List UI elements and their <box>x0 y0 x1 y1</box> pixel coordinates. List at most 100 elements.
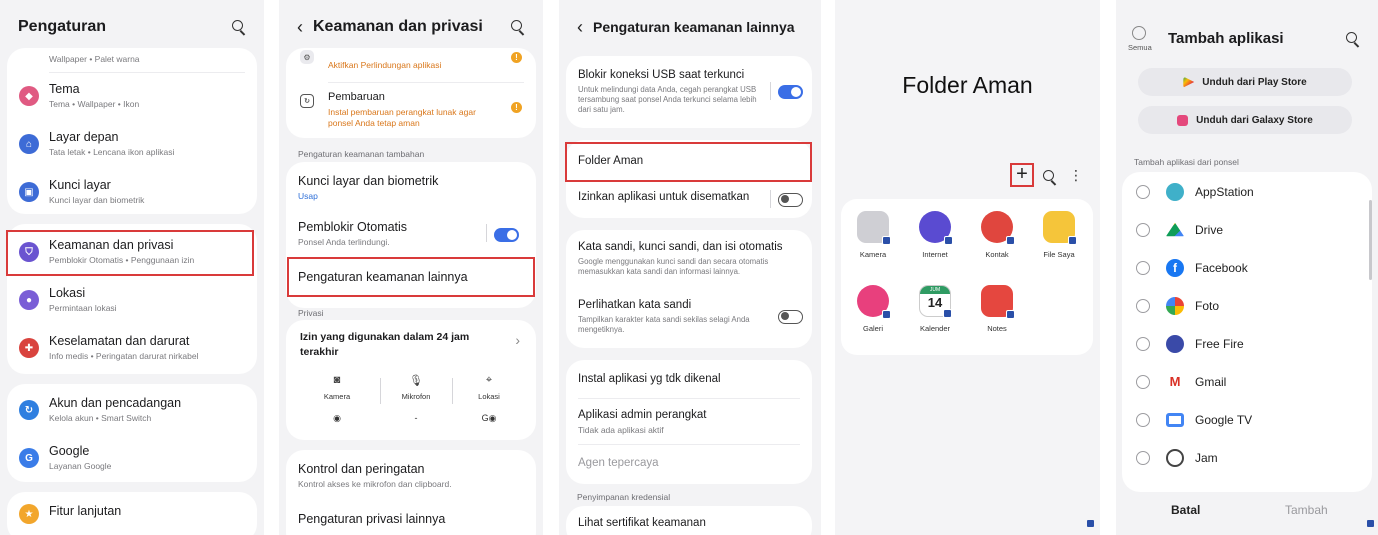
settings-item-accounts-backup[interactable]: ↻ Akun dan pencadangan Kelola akun • Sma… <box>7 396 257 430</box>
microphone-icon: 🎙 <box>409 375 423 387</box>
emergency-icon: ✚ <box>19 338 39 358</box>
appstation-icon <box>1166 183 1184 201</box>
security-top-card: ⚙ Aktifkan Perlindungan aplikasi ! ↻ Pem… <box>286 48 536 138</box>
view-certificates-item[interactable]: Lihat sertifikat keamanan <box>566 516 812 535</box>
perm-microphone[interactable]: 🎙 Mikrofon - <box>381 374 451 423</box>
app-contacts[interactable]: Kontak <box>969 211 1025 259</box>
usb-block-toggle[interactable] <box>778 85 803 99</box>
settings-item-location[interactable]: ● Lokasi Permintaan lokasi <box>7 286 257 320</box>
clock-icon <box>1166 449 1184 467</box>
search-icon[interactable] <box>1043 170 1057 184</box>
app-gallery[interactable]: Galeri <box>845 285 901 333</box>
star-icon: ★ <box>19 504 39 524</box>
divider <box>328 82 524 83</box>
auto-blocker-item[interactable]: Pemblokir Otomatis Ponsel Anda terlindun… <box>286 220 536 250</box>
settings-item-lock-screen[interactable]: ▣ Kunci layar Kunci layar dan biometrik <box>7 178 257 212</box>
home-icon: ⌂ <box>19 134 39 154</box>
app-checkbox[interactable] <box>1136 451 1150 465</box>
screen-lock-biometrics-item[interactable]: Kunci layar dan biometrik Usap <box>286 174 536 204</box>
play-store-button[interactable]: Unduh dari Play Store <box>1138 68 1352 96</box>
app-checkbox[interactable] <box>1136 185 1150 199</box>
other-privacy-settings-item[interactable]: Pengaturan privasi lainnya <box>286 512 536 532</box>
app-checkbox[interactable] <box>1136 261 1150 275</box>
app-security-item[interactable]: ⚙ Aktifkan Perlindungan aplikasi ! <box>286 48 536 70</box>
lock-icon: ▣ <box>19 182 39 202</box>
app-my-files[interactable]: File Saya <box>1031 211 1087 259</box>
cancel-button[interactable]: Batal <box>1171 503 1200 517</box>
page-title: Folder Aman <box>902 72 1033 98</box>
back-arrow-icon[interactable]: ‹ <box>577 17 583 38</box>
google-icon: G <box>19 448 39 468</box>
add-apps-screen: Semua Tambah aplikasi Unduh dari Play St… <box>1116 0 1378 535</box>
page-title: Keamanan dan privasi <box>313 18 483 35</box>
page-title: Tambah aplikasi <box>1168 30 1284 47</box>
update-item[interactable]: ↻ Pembaruan Instal pembaruan perangkat l… <box>286 90 536 130</box>
internet-icon <box>919 211 953 245</box>
app-notes[interactable]: Notes <box>969 285 1025 333</box>
chevron-right-icon[interactable]: › <box>515 332 520 348</box>
device-admin-item[interactable]: Aplikasi admin perangkat Tidak ada aplik… <box>566 408 812 438</box>
free-fire-icon <box>1166 335 1184 353</box>
show-password-item[interactable]: Perlihatkan kata sandi Tampilkan karakte… <box>566 298 812 338</box>
privacy-card: Kontrol dan peringatan Kontrol akses ke … <box>286 450 536 535</box>
show-password-toggle[interactable] <box>778 310 803 324</box>
location-pin-icon: ● <box>19 290 39 310</box>
app-checkbox[interactable] <box>1136 375 1150 389</box>
perm-camera[interactable]: ◙ Kamera ◉ <box>302 374 372 424</box>
settings-item-wallpaper[interactable]: Wallpaper • Palet warna <box>7 52 257 68</box>
contacts-icon <box>981 211 1015 245</box>
highlight-add-button <box>1010 163 1034 187</box>
settings-item-theme[interactable]: ◆ Tema Tema • Wallpaper • Ikon <box>7 82 257 116</box>
back-arrow-icon[interactable]: ‹ <box>297 17 303 38</box>
app-camera[interactable]: Kamera <box>845 211 901 259</box>
pin-apps-item[interactable]: Izinkan aplikasi untuk disematkan <box>566 188 812 208</box>
settings-header: Pengaturan <box>0 0 264 54</box>
trust-agents-item[interactable]: Agen tepercaya <box>566 456 812 476</box>
usb-block-item[interactable]: Blokir koneksi USB saat terkunci Untuk m… <box>566 68 812 118</box>
camera-icon: ◙ <box>333 374 341 386</box>
controls-alerts-item[interactable]: Kontrol dan peringatan Kontrol akses ke … <box>286 462 536 492</box>
app-checkbox[interactable] <box>1136 413 1150 427</box>
app-checkbox[interactable] <box>1136 299 1150 313</box>
section-credentials: Penyimpanan kredensial <box>577 492 671 502</box>
select-all-checkbox[interactable] <box>1132 26 1146 40</box>
search-icon[interactable] <box>1346 32 1360 46</box>
photos-icon <box>1166 297 1184 315</box>
page-title: Pengaturan <box>18 18 107 35</box>
update-icon: ↻ <box>300 94 314 108</box>
more-options-icon[interactable]: ⋮ <box>1069 167 1083 184</box>
search-icon[interactable] <box>511 20 525 34</box>
settings-item-home-screen[interactable]: ⌂ Layar depan Tata letak • Lencana ikon … <box>7 130 257 164</box>
unknown-apps-item[interactable]: Instal aplikasi yg tdk dikenal <box>566 372 812 392</box>
select-all-label: Semua <box>1128 43 1152 52</box>
calendar-icon: JUM 14 <box>919 285 952 318</box>
search-icon[interactable] <box>232 20 246 34</box>
add-button[interactable]: Tambah <box>1285 503 1328 517</box>
settings-screen: Pengaturan Wallpaper • Palet warna ◆ Tem… <box>0 0 264 535</box>
settings-item-advanced-features[interactable]: ★ Fitur lanjutan <box>7 502 257 524</box>
highlight-secure-folder <box>565 142 812 182</box>
settings-card-4: ★ Fitur lanjutan <box>7 492 257 535</box>
settings-item-safety-emergency[interactable]: ✚ Keselamatan dan darurat Info medis • P… <box>7 334 257 368</box>
section-extra-security: Pengaturan keamanan tambahan <box>298 149 425 159</box>
app-checkbox[interactable] <box>1136 337 1150 351</box>
app-internet[interactable]: Internet <box>907 211 963 259</box>
settings-item-google[interactable]: G Google Layanan Google <box>7 444 257 478</box>
credentials-card: Lihat sertifikat keamanan <box>566 506 812 535</box>
app-checkbox[interactable] <box>1136 223 1150 237</box>
galaxy-store-button[interactable]: Unduh dari Galaxy Store <box>1138 106 1352 134</box>
app-calendar[interactable]: JUM 14 Kalender <box>907 285 963 333</box>
auto-blocker-toggle[interactable] <box>494 228 519 242</box>
galaxy-store-icon <box>1177 114 1189 126</box>
play-store-icon <box>1183 76 1195 88</box>
scrollbar[interactable] <box>1369 200 1372 280</box>
warning-icon: ! <box>511 52 522 63</box>
secure-folder-indicator-icon <box>1087 520 1094 527</box>
app-security-icon: ⚙ <box>300 50 314 64</box>
drive-icon <box>1166 222 1184 237</box>
permissions-card[interactable]: Izin yang digunakan dalam 24 jam terakhi… <box>286 320 536 440</box>
gallery-icon <box>857 285 891 319</box>
passwords-autofill-item[interactable]: Kata sandi, kunci sandi, dan isi otomati… <box>566 240 812 280</box>
pin-apps-toggle[interactable] <box>778 193 803 207</box>
perm-location[interactable]: ⌖ Lokasi G◉ <box>454 374 524 424</box>
